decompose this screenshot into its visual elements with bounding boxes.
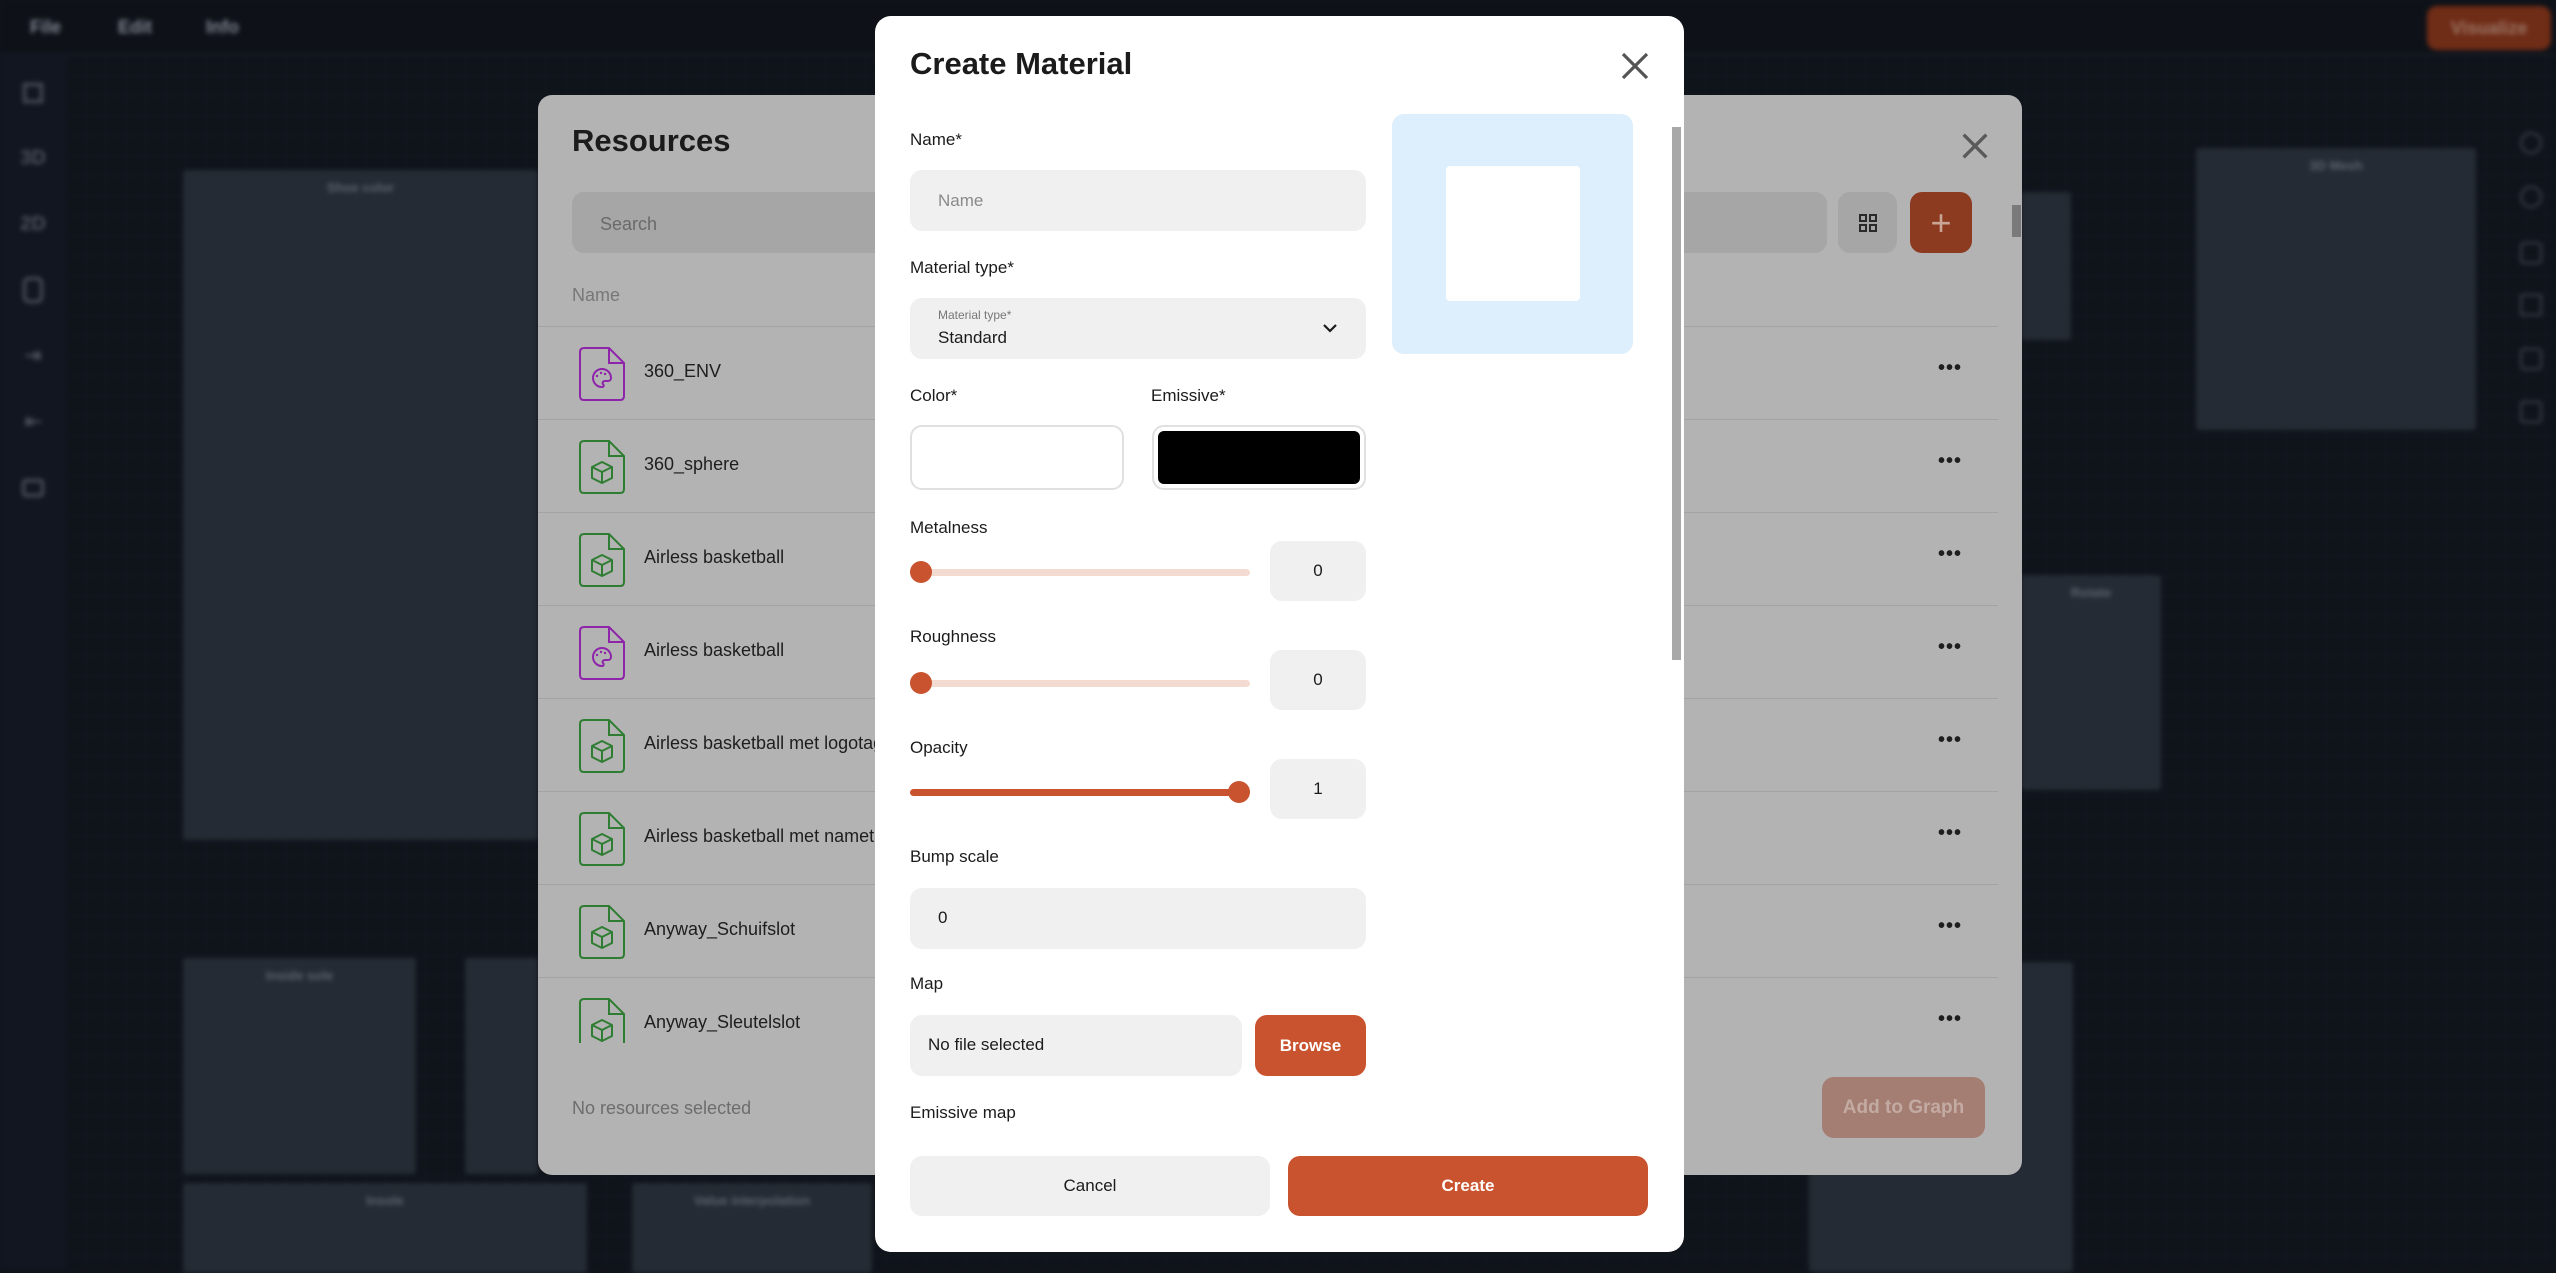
more-options-icon[interactable]: ••• — [1938, 543, 1962, 566]
emissive-picker[interactable] — [1152, 425, 1366, 490]
material-type-floating-label: Material type* — [938, 308, 1012, 322]
cancel-button[interactable]: Cancel — [910, 1156, 1270, 1216]
model-file-icon — [579, 719, 625, 773]
material-type-label: Material type* — [910, 258, 1014, 277]
close-icon[interactable] — [1619, 50, 1651, 82]
browse-button[interactable]: Browse — [1255, 1015, 1366, 1076]
column-header-name[interactable]: Name — [572, 285, 620, 306]
grid-icon — [1858, 213, 1877, 232]
resource-name: Anyway_Schuifslot — [644, 919, 796, 939]
node-rotate[interactable]: Rotate — [2021, 575, 2161, 790]
resource-name: Anyway_Sleutelslot — [644, 1012, 801, 1032]
emissive-swatch — [1158, 431, 1360, 484]
form-scrollbar-thumb[interactable] — [1672, 127, 1681, 660]
menu-file[interactable]: File — [30, 17, 61, 38]
metalness-label: Metalness — [910, 518, 988, 537]
sidebar-3d[interactable]: 3D — [20, 147, 46, 173]
model-file-icon — [579, 905, 625, 959]
metalness-slider[interactable] — [910, 561, 1250, 583]
database-icon[interactable] — [23, 277, 43, 303]
sidebar-2d[interactable]: 2D — [20, 213, 46, 239]
slider-thumb[interactable] — [1228, 781, 1250, 803]
opacity-label: Opacity — [910, 738, 968, 757]
metalness-value[interactable]: 0 — [1270, 541, 1366, 601]
model-file-icon — [579, 998, 625, 1043]
node-insole[interactable]: Insole — [183, 1183, 587, 1273]
model-file-icon — [579, 812, 625, 866]
menu-edit[interactable]: Edit — [118, 17, 152, 38]
add-resource-button[interactable]: + — [1910, 192, 1972, 253]
model-file-icon — [579, 533, 625, 587]
folder-icon[interactable] — [22, 479, 44, 497]
resource-scrollbar[interactable] — [2012, 205, 2021, 237]
node-transform[interactable] — [465, 958, 538, 1174]
dialog-title: Create Material — [910, 46, 1133, 81]
logout-icon[interactable]: ⇤ — [20, 409, 46, 435]
frame-icon[interactable] — [23, 83, 43, 103]
light-icon[interactable] — [2520, 294, 2542, 316]
material-type-value: Standard — [938, 328, 1007, 347]
more-options-icon[interactable]: ••• — [1938, 636, 1962, 659]
more-options-icon[interactable]: ••• — [1938, 915, 1962, 938]
emissive-label: Emissive* — [1151, 386, 1226, 405]
emissive-map-label: Emissive map — [910, 1103, 1016, 1122]
model-file-icon — [579, 440, 625, 494]
bump-scale-input[interactable]: 0 — [910, 888, 1366, 949]
selection-status: No resources selected — [572, 1098, 752, 1118]
roughness-label: Roughness — [910, 627, 997, 646]
name-label: Name* — [910, 130, 962, 149]
panel-icon[interactable] — [2520, 401, 2542, 423]
close-icon[interactable] — [1958, 129, 1992, 163]
node-value-interpolation[interactable]: Value interpolation — [632, 1183, 872, 1273]
material-preview — [1392, 114, 1633, 354]
resources-title: Resources — [572, 123, 731, 158]
node-3d-mesh[interactable]: 3D Mesh — [2196, 148, 2476, 430]
more-options-icon[interactable]: ••• — [1938, 1008, 1962, 1031]
opacity-slider[interactable] — [910, 781, 1250, 803]
preview-swatch — [1446, 166, 1580, 301]
name-input[interactable] — [910, 170, 1366, 231]
resource-name: Airless basketball — [644, 547, 785, 567]
roughness-value[interactable]: 0 — [1270, 650, 1366, 710]
resource-name: Airless basketball — [644, 640, 785, 660]
map-label: Map — [910, 974, 944, 993]
resource-name: Airless basketball met logotag — [644, 733, 884, 753]
camera-icon[interactable] — [2520, 242, 2542, 264]
login-icon[interactable]: ⇥ — [20, 343, 46, 369]
add-to-graph-button[interactable]: Add to Graph — [1822, 1077, 1985, 1138]
settings-icon[interactable] — [2520, 132, 2542, 154]
resource-name: 360_sphere — [644, 454, 740, 474]
material-type-select[interactable]: Material type* Standard — [910, 298, 1366, 359]
grid-view-button[interactable] — [1838, 192, 1897, 253]
resource-name: Airless basketball met nametag — [644, 826, 895, 846]
bump-scale-label: Bump scale — [910, 847, 999, 866]
resource-name: 360_ENV — [644, 361, 722, 381]
create-material-dialog: Create Material Name* Material type* Mat… — [875, 16, 1684, 1252]
clock-icon[interactable] — [2520, 186, 2542, 208]
material-file-icon — [579, 626, 625, 680]
node-shoe-color[interactable]: Shoe color — [183, 170, 538, 840]
visualize-button[interactable]: Visualize — [2427, 6, 2551, 50]
map-file-field[interactable]: No file selected — [910, 1015, 1242, 1076]
menu-info[interactable]: Info — [206, 17, 239, 38]
slider-thumb[interactable] — [910, 561, 932, 583]
chevron-down-icon — [1323, 324, 1337, 333]
roughness-slider[interactable] — [910, 672, 1250, 694]
more-options-icon[interactable]: ••• — [1938, 357, 1962, 380]
node-geometry[interactable] — [2021, 192, 2071, 340]
color-label: Color* — [910, 386, 958, 405]
material-file-icon — [579, 347, 625, 401]
color-picker[interactable] — [910, 425, 1124, 490]
dialog-form: Name* Material type* Material type* Stan… — [875, 106, 1665, 1126]
create-button[interactable]: Create — [1288, 1156, 1648, 1216]
opacity-value[interactable]: 1 — [1270, 759, 1366, 819]
node-inside-sole[interactable]: Inside sole — [183, 958, 416, 1174]
left-sidebar: 3D 2D ⇥ ⇤ — [0, 55, 65, 1268]
more-options-icon[interactable]: ••• — [1938, 822, 1962, 845]
more-options-icon[interactable]: ••• — [1938, 729, 1962, 752]
slider-thumb[interactable] — [910, 672, 932, 694]
tag-icon[interactable] — [2520, 348, 2542, 370]
more-options-icon[interactable]: ••• — [1938, 450, 1962, 473]
